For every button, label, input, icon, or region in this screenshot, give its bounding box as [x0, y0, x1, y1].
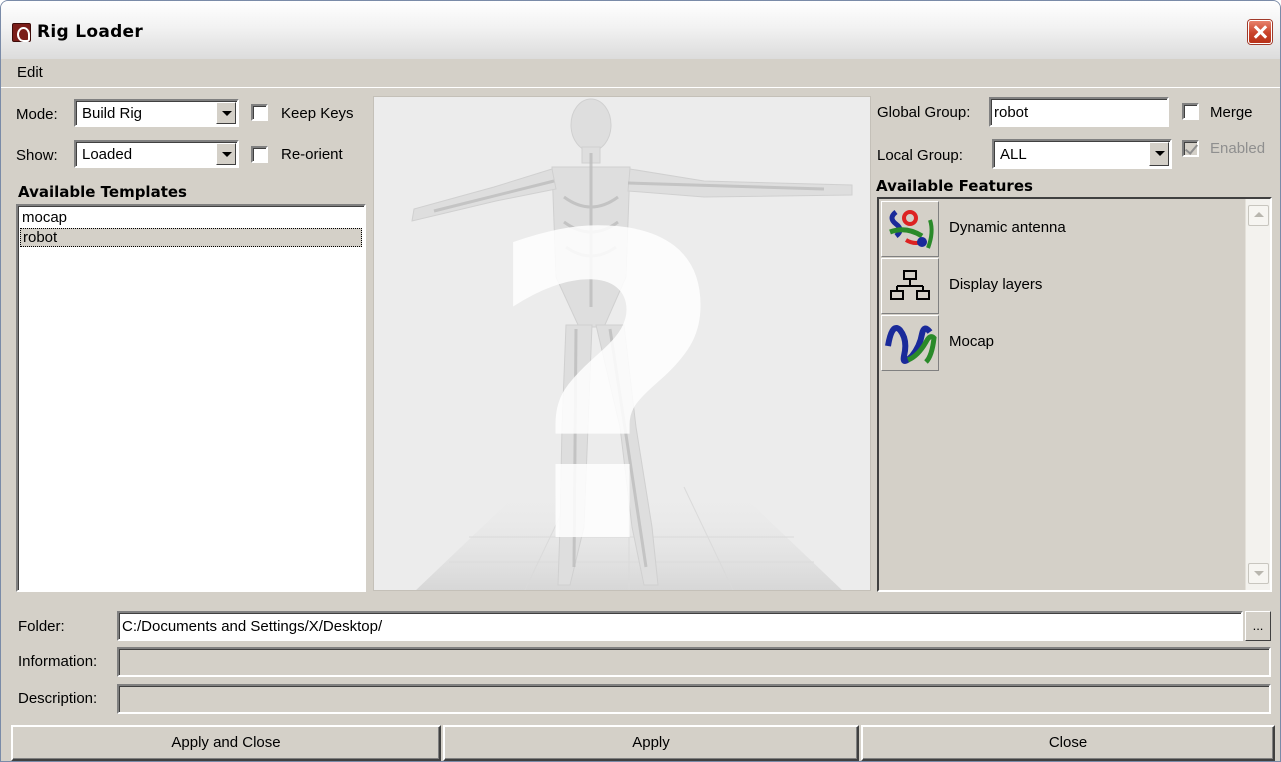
global-group-input[interactable]: robot: [989, 97, 1169, 127]
dynamic-antenna-icon[interactable]: [881, 201, 939, 257]
keep-keys-label: Keep Keys: [281, 105, 354, 122]
list-item[interactable]: robot: [20, 228, 362, 247]
question-mark-icon: ?: [484, 148, 728, 591]
folder-input[interactable]: C:/Documents and Settings/X/Desktop/: [117, 611, 1243, 641]
information-field: [117, 647, 1271, 677]
scroll-up-button[interactable]: [1248, 205, 1269, 226]
feature-label[interactable]: Display layers: [949, 276, 1042, 293]
feature-label[interactable]: Dynamic antenna: [949, 219, 1066, 236]
chevron-down-icon[interactable]: [1149, 142, 1169, 166]
rig-loader-window: Rig Loader Edit Mode: Build Rig Keep Key…: [0, 0, 1281, 762]
merge-checkbox[interactable]: [1182, 103, 1199, 120]
window-title: Rig Loader: [37, 22, 144, 42]
chevron-down-icon[interactable]: [216, 143, 236, 165]
apply-and-close-button[interactable]: Apply and Close: [11, 725, 441, 761]
menu-edit[interactable]: Edit: [17, 64, 43, 81]
features-scrollbar[interactable]: [1245, 199, 1270, 590]
local-group-dropdown[interactable]: ALL: [992, 139, 1172, 169]
scroll-down-button[interactable]: [1248, 563, 1269, 584]
apply-button[interactable]: Apply: [443, 725, 859, 761]
local-group-value: ALL: [1000, 146, 1027, 163]
close-window-button[interactable]: [1248, 20, 1272, 44]
available-features-title: Available Features: [876, 177, 1033, 195]
folder-value: C:/Documents and Settings/X/Desktop/: [122, 618, 383, 635]
template-preview: ?: [373, 96, 871, 591]
enabled-label: Enabled: [1210, 140, 1266, 157]
title-bar[interactable]: Rig Loader: [1, 1, 1280, 59]
description-label: Description:: [18, 690, 98, 707]
mode-dropdown[interactable]: Build Rig: [74, 99, 239, 127]
global-group-value: robot: [994, 104, 1029, 121]
reorient-label: Re-orient: [281, 146, 343, 163]
mode-value: Build Rig: [82, 105, 143, 122]
enabled-checkbox[interactable]: [1182, 140, 1199, 157]
information-label: Information:: [18, 653, 98, 670]
list-item[interactable]: mocap: [20, 209, 362, 228]
skeleton-figure-image: ?: [411, 98, 853, 591]
show-label: Show:: [16, 147, 58, 164]
global-group-label: Global Group:: [877, 104, 971, 121]
local-group-label: Local Group:: [877, 147, 963, 164]
description-field: [117, 684, 1271, 714]
mocap-icon[interactable]: [881, 315, 939, 371]
menu-bar: Edit: [1, 59, 1280, 88]
chevron-down-icon[interactable]: [216, 102, 236, 124]
display-layers-icon[interactable]: [881, 258, 939, 314]
reorient-checkbox[interactable]: [251, 146, 268, 163]
show-value: Loaded: [82, 146, 133, 163]
show-dropdown[interactable]: Loaded: [74, 140, 239, 168]
app-logo-icon[interactable]: [12, 23, 31, 42]
close-button[interactable]: Close: [861, 725, 1275, 761]
templates-list[interactable]: mocap robot: [16, 204, 366, 592]
available-templates-title: Available Templates: [18, 183, 187, 201]
folder-label: Folder:: [18, 618, 65, 635]
feature-label[interactable]: Mocap: [949, 333, 994, 350]
browse-folder-button[interactable]: ...: [1245, 611, 1271, 641]
keep-keys-checkbox[interactable]: [251, 104, 268, 121]
features-list[interactable]: Dynamic antenna Display layers Mocap: [877, 197, 1272, 592]
mode-label: Mode:: [16, 106, 58, 123]
merge-label: Merge: [1210, 104, 1253, 121]
